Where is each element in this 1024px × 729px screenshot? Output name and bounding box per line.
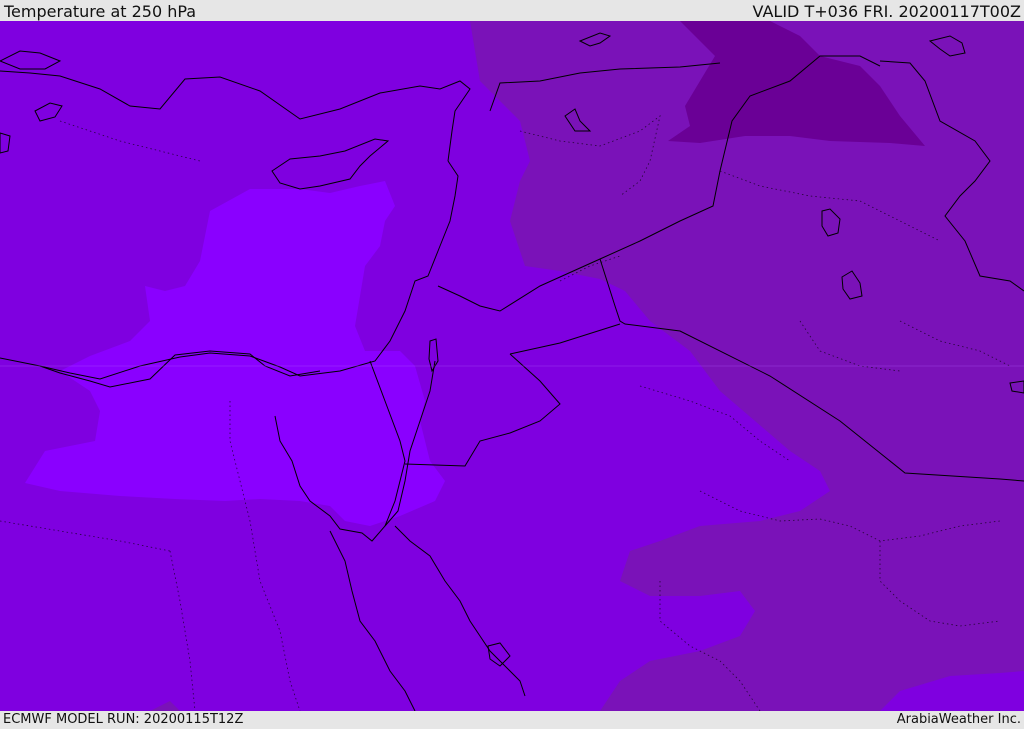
temperature-map[interactable] — [0, 21, 1024, 711]
valid-time: VALID T+036 FRI. 20200117T00Z — [752, 2, 1021, 21]
credit-text: ArabiaWeather Inc. — [896, 712, 1021, 727]
map-title: Temperature at 250 hPa — [4, 2, 197, 21]
header-bar: Temperature at 250 hPa VALID T+036 FRI. … — [0, 0, 1024, 21]
model-run: ECMWF MODEL RUN: 20200115T12Z — [3, 712, 244, 727]
map-canvas — [0, 21, 1024, 711]
footer-bar: ECMWF MODEL RUN: 20200115T12Z ArabiaWeat… — [0, 711, 1024, 729]
